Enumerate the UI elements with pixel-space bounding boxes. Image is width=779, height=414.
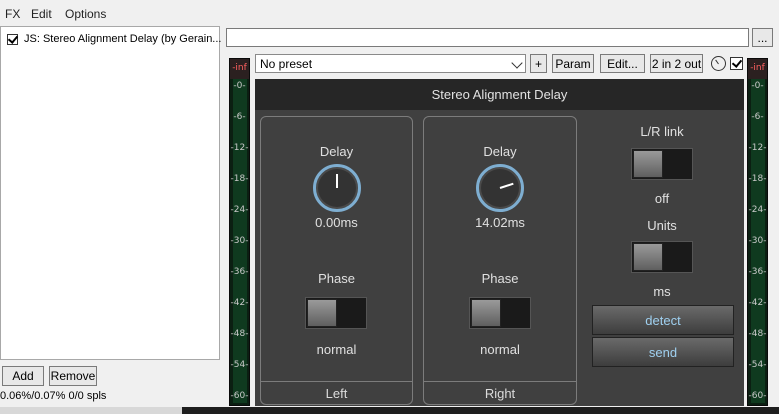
right-channel-footer: Right (424, 381, 576, 404)
lr-link-toggle[interactable] (631, 148, 693, 180)
right-phase-value: normal (480, 342, 520, 357)
plugin-title: Stereo Alignment Delay (255, 79, 744, 110)
menu-options[interactable]: Options (65, 7, 106, 21)
chevron-down-icon (511, 57, 523, 69)
lr-link-value: off (654, 191, 670, 206)
more-button[interactable]: ... (752, 28, 773, 47)
toggle-thumb (471, 299, 501, 327)
add-fx-button[interactable]: Add (2, 366, 44, 386)
toggle-thumb (633, 150, 663, 178)
right-delay-knob[interactable] (476, 164, 524, 212)
menu-edit[interactable]: Edit (31, 7, 52, 21)
meter-label: -18- (748, 174, 767, 184)
left-delay-value: 0.00ms (315, 215, 358, 230)
meter-label: -inf (750, 63, 765, 73)
knob-indicator (336, 174, 338, 188)
cpu-status: 0.06%/0.07% 0/0 spls (0, 390, 107, 402)
right-phase-toggle[interactable] (469, 297, 531, 329)
param-button[interactable]: Param (552, 54, 594, 73)
left-channel-footer: Left (261, 381, 412, 404)
plugin-ui: Stereo Alignment Delay Delay 0.00ms Phas… (255, 79, 744, 406)
left-delay-label: Delay (319, 144, 354, 159)
meter-label: -12- (230, 143, 249, 153)
left-channel-panel: Delay 0.00ms Phase normal Left (260, 116, 413, 405)
left-phase-toggle[interactable] (305, 297, 367, 329)
units-value: ms (653, 284, 671, 299)
meter-label: -54- (748, 360, 767, 370)
meter-label: -0- (233, 81, 246, 91)
bottom-strip-light (0, 407, 182, 414)
wet-knob-icon[interactable] (711, 56, 726, 71)
menu-bar: FX Edit Options (0, 0, 779, 24)
output-meter: -inf -0- -6- -12- -18- -24- -30- -36- -4… (747, 58, 768, 406)
left-phase-label: Phase (318, 271, 355, 286)
meter-label: -6- (233, 112, 246, 122)
units-label: Units (647, 218, 677, 233)
preset-selected: No preset (260, 56, 313, 71)
preset-dropdown[interactable]: No preset (255, 54, 526, 73)
remove-fx-button[interactable]: Remove (49, 366, 97, 386)
bypass-checkbox[interactable] (730, 57, 743, 70)
meter-label: -36- (230, 267, 249, 277)
right-phase-label: Phase (481, 271, 519, 286)
input-meter: -inf -0- -6- -12- -18- -24- -30- -36- -4… (229, 58, 250, 406)
meter-label: -18- (230, 174, 249, 184)
add-preset-button[interactable]: + (530, 54, 547, 73)
meter-label: -12- (748, 143, 767, 153)
meter-label: -42- (230, 298, 249, 308)
right-delay-label: Delay (483, 144, 517, 159)
fx-filter-input[interactable] (226, 28, 749, 47)
units-toggle[interactable] (631, 241, 693, 273)
meter-label: -30- (748, 236, 767, 246)
lr-link-label: L/R link (640, 124, 684, 139)
left-delay-knob[interactable] (313, 164, 361, 212)
toggle-thumb (307, 299, 337, 327)
right-delay-value: 14.02ms (475, 215, 525, 230)
send-button[interactable]: send (592, 337, 734, 367)
io-routing-button[interactable]: 2 in 2 out (650, 54, 703, 73)
meter-label: -60- (230, 391, 249, 401)
meter-label: -24- (748, 205, 767, 215)
edit-button[interactable]: Edit... (600, 54, 645, 73)
meter-label: -54- (230, 360, 249, 370)
meter-label: -42- (748, 298, 767, 308)
meter-label: -0- (751, 81, 764, 91)
meter-label: -6- (751, 112, 764, 122)
knob-indicator (499, 182, 514, 189)
menu-fx[interactable]: FX (5, 7, 20, 21)
left-phase-value: normal (316, 342, 357, 357)
meter-label: -inf (232, 63, 247, 73)
meter-label: -60- (748, 391, 767, 401)
meter-label: -30- (230, 236, 249, 246)
right-channel-panel: Delay 14.02ms Phase normal Right (423, 116, 577, 405)
meter-label: -36- (748, 267, 767, 277)
meter-label: -24- (230, 205, 249, 215)
fx-chain-list[interactable]: JS: Stereo Alignment Delay (by Gerain... (0, 26, 221, 360)
meter-label: -48- (230, 329, 249, 339)
fx-name: JS: Stereo Alignment Delay (by Gerain... (24, 33, 222, 45)
fx-enable-checkbox[interactable] (7, 33, 18, 45)
fx-list-item[interactable]: JS: Stereo Alignment Delay (by Gerain... (7, 31, 221, 47)
meter-label: -48- (748, 329, 767, 339)
toggle-thumb (633, 243, 663, 271)
detect-button[interactable]: detect (592, 305, 734, 335)
